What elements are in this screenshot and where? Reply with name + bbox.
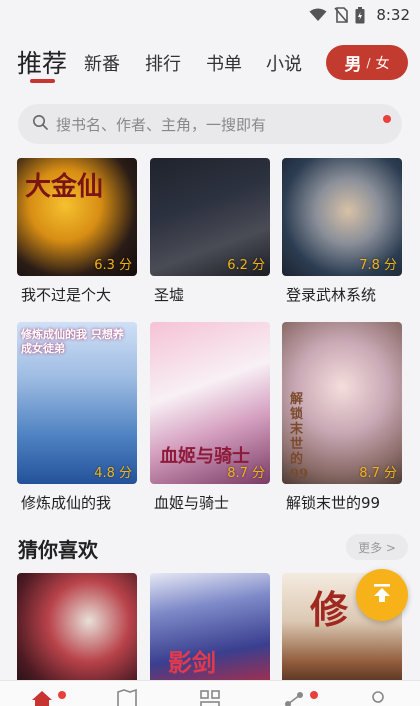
tab-booklist[interactable]: 书单 (206, 50, 242, 76)
tab-recommend[interactable]: 推荐 (17, 44, 67, 80)
profile-nav-icon[interactable] (367, 689, 389, 706)
cover-title-art: 修炼成仙的我 只想养成女徒弟 (21, 328, 124, 355)
no-sim-icon (334, 7, 349, 23)
search-icon (32, 114, 48, 134)
tab-novel[interactable]: 小说 (266, 50, 302, 76)
arrow-up-icon (370, 581, 394, 609)
gender-toggle[interactable]: 男 / 女 (326, 45, 408, 80)
gender-female-label[interactable]: 女 (376, 53, 390, 73)
book-title[interactable]: 血姬与骑士 (154, 492, 229, 513)
cover-title-art: 大金仙 (25, 172, 104, 202)
cover-title-art: 修 (310, 587, 349, 632)
book-cover-4[interactable]: 修炼成仙的我 只想养成女徒弟 4.8 分 (17, 322, 137, 484)
cover-title-art: 影剑 (168, 648, 216, 677)
bottom-nav (0, 680, 420, 706)
active-tab-indicator (30, 79, 55, 83)
app-screen: 8:32 推荐 新番 排行 书单 小说 男 / 女 搜书名、作者、主角，一搜即有… (0, 0, 420, 706)
gender-separator: / (366, 55, 371, 70)
book-title[interactable]: 修炼成仙的我 (21, 492, 111, 513)
book-cover-6[interactable]: 解锁末世的99 8.7 分 (282, 322, 402, 484)
gender-male-label[interactable]: 男 (344, 50, 361, 75)
home-notification-dot (58, 691, 66, 699)
status-bar: 8:32 (0, 0, 420, 30)
home-nav-icon[interactable] (31, 689, 53, 706)
cover-title-art: 解锁末世的99 (290, 392, 309, 482)
book-score: 7.8 分 (359, 258, 397, 273)
share-notification-dot (310, 691, 318, 699)
search-notification-dot (383, 115, 391, 123)
book-score: 6.3 分 (94, 258, 132, 273)
book-title[interactable]: 登录武林系统 (286, 284, 376, 305)
book-title[interactable]: 圣墟 (154, 284, 184, 305)
book-score: 8.7 分 (359, 466, 397, 481)
book-title[interactable]: 我不过是个大 (21, 284, 111, 305)
search-placeholder: 搜书名、作者、主角，一搜即有 (56, 115, 267, 134)
battery-icon (355, 6, 365, 24)
guess-cover-1[interactable] (17, 573, 137, 680)
more-button[interactable]: 更多 > (346, 534, 408, 560)
book-score: 6.2 分 (227, 258, 265, 273)
wifi-icon (309, 8, 327, 22)
book-score: 4.8 分 (94, 466, 132, 481)
guess-cover-2[interactable]: 影剑 (150, 573, 270, 680)
share-nav-icon[interactable] (283, 689, 305, 706)
status-time: 8:32 (376, 6, 410, 24)
book-score: 8.7 分 (227, 466, 265, 481)
book-cover-1[interactable]: 大金仙 6.3 分 (17, 158, 137, 276)
book-cover-5[interactable]: 血姬与骑士 8.7 分 (150, 322, 270, 484)
section-title: 猜你喜欢 (18, 538, 98, 562)
book-cover-3[interactable]: 7.8 分 (282, 158, 402, 276)
tab-ranking[interactable]: 排行 (145, 50, 181, 76)
book-cover-2[interactable]: 6.2 分 (150, 158, 270, 276)
book-title[interactable]: 解锁末世的99 (286, 492, 380, 513)
grid-nav-icon[interactable] (199, 689, 221, 706)
search-bar[interactable]: 搜书名、作者、主角，一搜即有 (18, 104, 402, 144)
book-nav-icon[interactable] (116, 688, 138, 706)
back-to-top-button[interactable] (356, 569, 408, 621)
tab-new[interactable]: 新番 (84, 50, 120, 76)
